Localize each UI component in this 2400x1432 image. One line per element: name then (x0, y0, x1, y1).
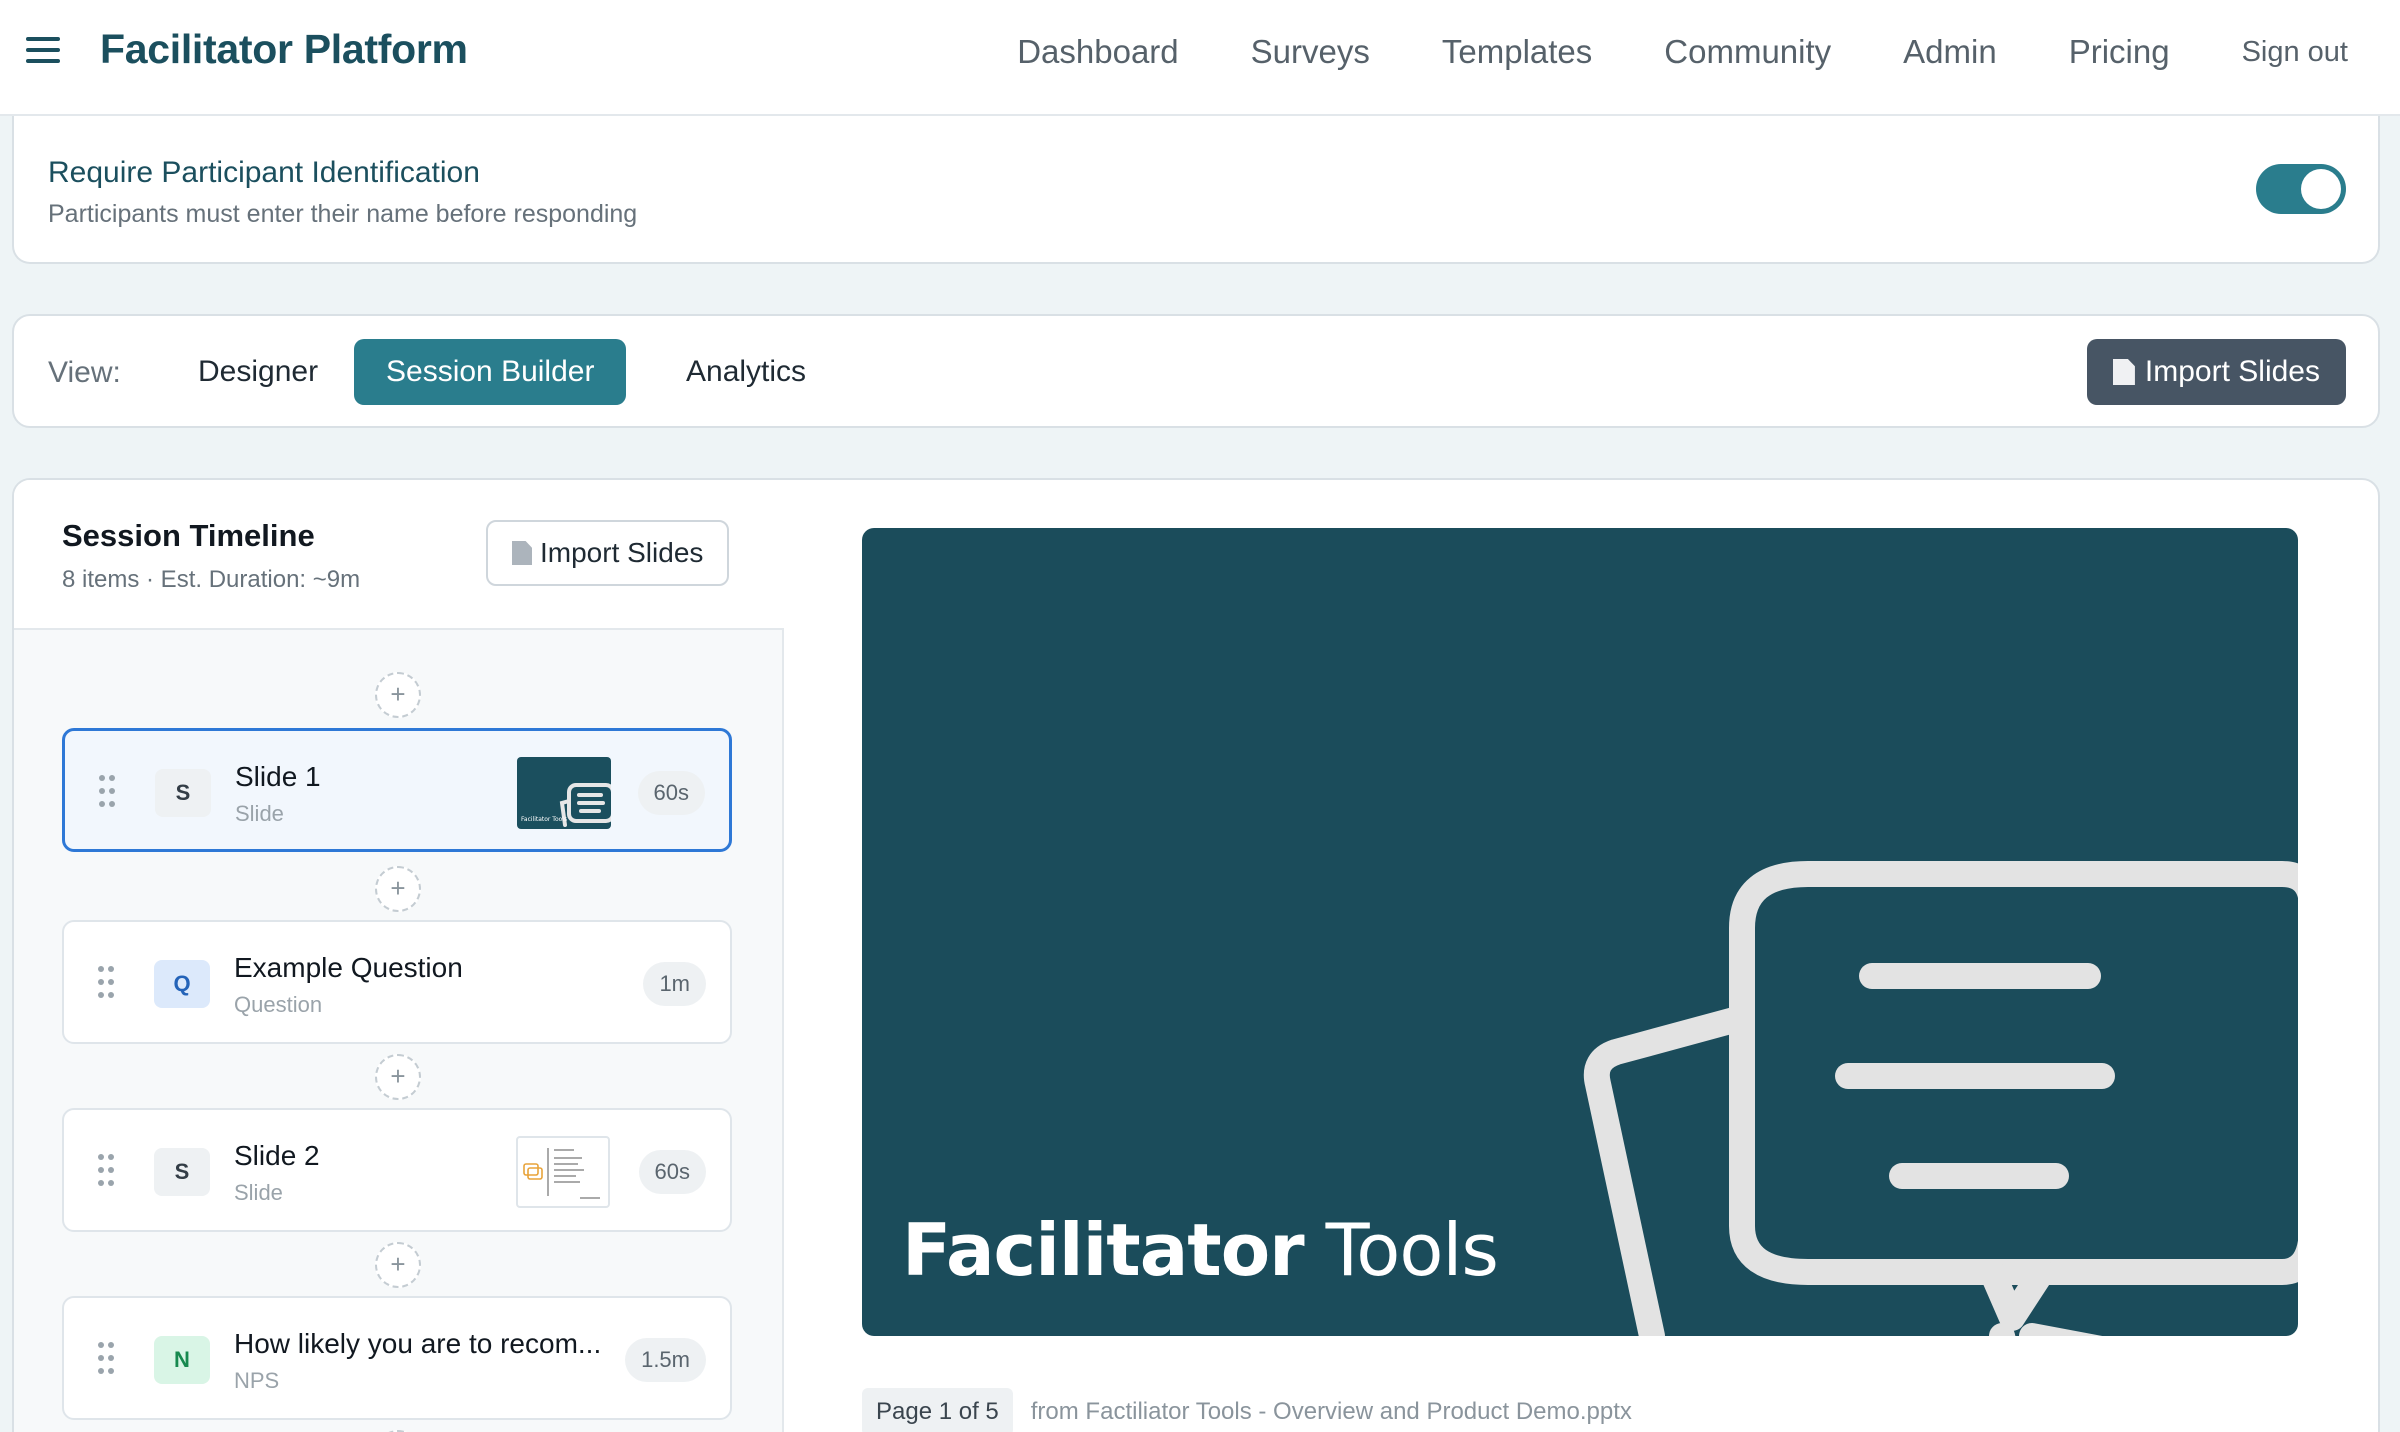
nav-admin[interactable]: Admin (1903, 33, 1997, 71)
setting-title: Require Participant Identification (48, 156, 480, 189)
session-timeline: Session Timeline 8 items · Est. Duration… (14, 480, 784, 1432)
participant-identification-toggle[interactable] (2256, 164, 2346, 214)
nav-links: Dashboard Surveys Templates Community Ad… (1017, 0, 2400, 104)
add-item-button[interactable]: + (375, 1242, 421, 1288)
view-label: View: (48, 356, 121, 389)
drag-handle-icon[interactable] (99, 775, 115, 809)
nps-type-badge: N (154, 1336, 210, 1384)
tab-analytics[interactable]: Analytics (654, 339, 838, 405)
import-slides-button[interactable]: Import Slides (2086, 339, 2346, 405)
document-icon (2113, 359, 2135, 385)
timeline-item-nps[interactable]: N How likely you are to recom... NPS 1.5… (62, 1296, 732, 1420)
page-indicator: Page 1 of 5 (862, 1388, 1013, 1432)
item-type: Question (234, 992, 323, 1017)
item-name: Example Question (234, 952, 463, 983)
item-type: Slide (234, 1180, 283, 1205)
item-name: Slide 2 (234, 1140, 320, 1171)
slide-thumbnail (516, 1136, 610, 1208)
nav-dashboard[interactable]: Dashboard (1017, 33, 1178, 71)
timeline-item-example-question[interactable]: Q Example Question Question 1m (62, 920, 732, 1044)
nav-surveys[interactable]: Surveys (1251, 33, 1370, 71)
source-file: from Factiliator Tools - Overview and Pr… (1030, 1398, 1632, 1425)
add-item-button[interactable]: + (375, 672, 421, 718)
top-navigation: Facilitator Platform Dashboard Surveys T… (0, 0, 2400, 116)
session-builder-panel: Session Timeline 8 items · Est. Duration… (12, 478, 2380, 1432)
duration-pill: 1.5m (625, 1338, 706, 1382)
setting-description: Participants must enter their name befor… (48, 200, 638, 228)
brand-title[interactable]: Facilitator Platform (100, 26, 468, 73)
item-name: Slide 1 (235, 761, 321, 792)
timeline-title: Session Timeline (62, 518, 315, 553)
slide-type-badge: S (154, 1148, 210, 1196)
nav-community[interactable]: Community (1664, 33, 1831, 71)
duration-pill: 60s (638, 1150, 706, 1194)
sign-out-link[interactable]: Sign out (2242, 36, 2348, 69)
hamburger-menu-icon[interactable] (26, 37, 60, 67)
slide-thumbnail: Facilitator Tools (517, 757, 611, 829)
drag-handle-icon[interactable] (98, 966, 114, 1000)
participant-identification-setting: Require Participant Identification Parti… (12, 116, 2380, 264)
toggle-knob (2301, 169, 2341, 209)
duration-pill: 1m (643, 962, 706, 1006)
timeline-import-label: Import Slides (540, 537, 704, 568)
page-info: Page 1 of 5 from Factiliator Tools - Ove… (862, 1388, 1632, 1432)
timeline-item-slide-2[interactable]: S Slide 2 Slide 60s (62, 1108, 732, 1232)
view-switcher: View: Designer Session Builder Analytics… (12, 314, 2380, 428)
timeline-summary: 8 items · Est. Duration: ~9m (62, 566, 361, 593)
duration-pill: 60s (637, 771, 705, 815)
timeline-header: Session Timeline 8 items · Est. Duration… (14, 480, 784, 630)
nav-pricing[interactable]: Pricing (2069, 33, 2170, 71)
slide-preview: Facilitator Tools (862, 528, 2298, 1336)
document-icon (512, 541, 532, 565)
item-type: NPS (234, 1368, 280, 1393)
add-item-button[interactable]: + (375, 1054, 421, 1100)
item-name: How likely you are to recom... (234, 1328, 602, 1359)
svg-text:Facilitator Tools: Facilitator Tools (521, 816, 567, 823)
slide-type-badge: S (155, 769, 211, 817)
drag-handle-icon[interactable] (98, 1154, 114, 1188)
question-type-badge: Q (154, 960, 210, 1008)
tab-designer[interactable]: Designer (166, 339, 350, 405)
tab-session-builder[interactable]: Session Builder (354, 339, 627, 405)
nav-templates[interactable]: Templates (1442, 33, 1592, 71)
import-slides-label: Import Slides (2144, 355, 2320, 388)
add-item-button[interactable]: + (375, 866, 421, 912)
item-type: Slide (235, 801, 284, 826)
timeline-item-slide-1[interactable]: S Slide 1 Slide Facilitator Tools 60s (62, 728, 732, 852)
slide-title: Facilitator Tools (902, 1208, 1499, 1292)
timeline-import-slides-button[interactable]: Import Slides (486, 520, 730, 586)
drag-handle-icon[interactable] (98, 1342, 114, 1376)
